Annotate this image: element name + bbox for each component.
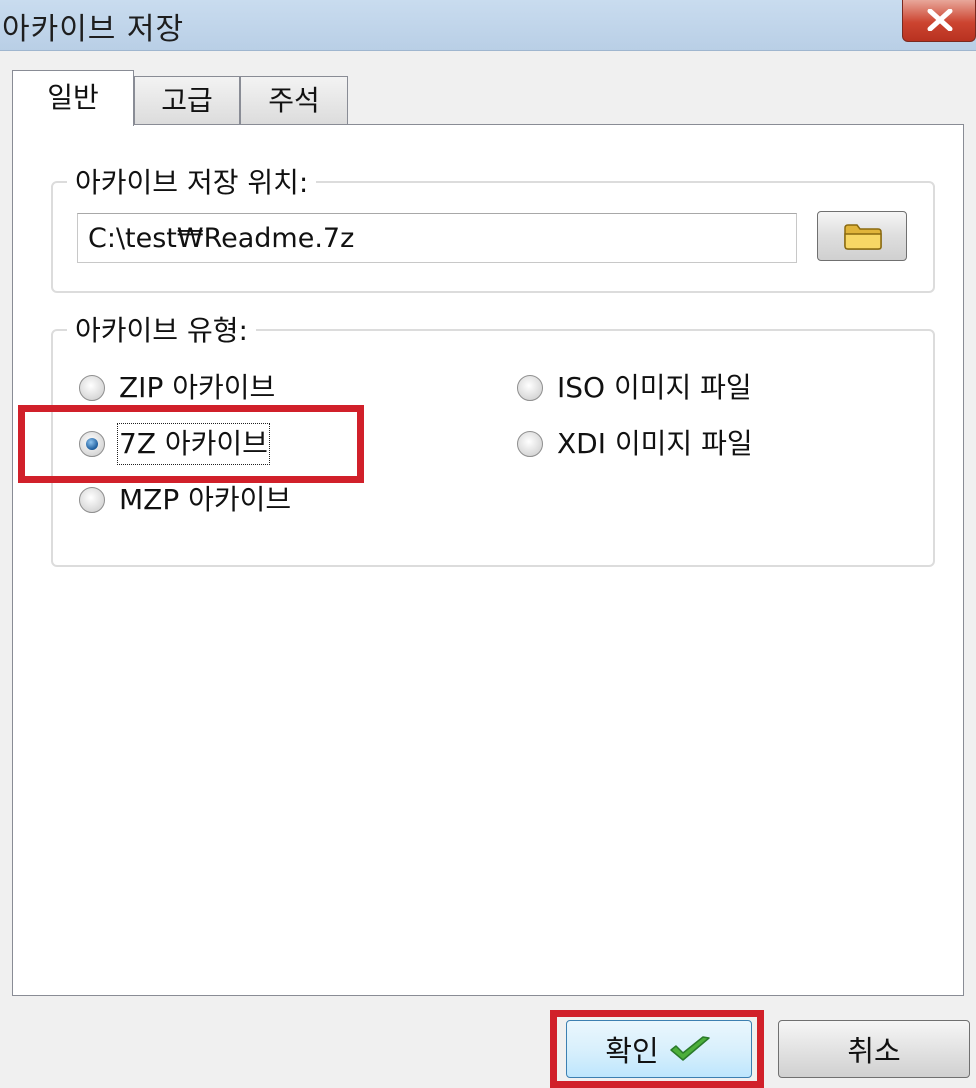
save-archive-dialog: 아카이브 저장 일반 고급 주석 아카이브 저장 위치: 아카이브 유형: [0,0,976,1088]
title-bar: 아카이브 저장 [0,0,976,51]
radio-mzp-label[interactable]: MZP 아카이브 [119,481,291,519]
close-button[interactable] [902,0,976,42]
annotation-highlight-ok [550,1010,764,1088]
radio-zip-button[interactable] [79,375,105,401]
radio-mzp-button[interactable] [79,487,105,513]
annotation-highlight-7z [18,405,364,483]
close-icon [927,9,953,31]
browse-button[interactable] [817,211,907,261]
radio-iso-button[interactable] [517,375,543,401]
window-title: 아카이브 저장 [2,12,185,47]
tab-advanced[interactable]: 고급 [134,76,240,124]
archive-type-label: 아카이브 유형: [67,309,256,349]
radio-xdi-label[interactable]: XDI 이미지 파일 [557,425,753,463]
tab-comment[interactable]: 주석 [240,76,348,124]
archive-location-label: 아카이브 저장 위치: [67,161,317,201]
radio-xdi-button[interactable] [517,431,543,457]
archive-path-input[interactable] [77,213,797,263]
folder-icon [844,224,882,250]
radio-zip-label[interactable]: ZIP 아카이브 [119,369,275,407]
radio-iso-label[interactable]: ISO 이미지 파일 [557,369,752,407]
cancel-button[interactable]: 취소 [778,1020,970,1078]
tab-general[interactable]: 일반 [12,70,134,126]
archive-location-group: 아카이브 저장 위치: [51,161,935,293]
cancel-button-label: 취소 [847,1034,901,1068]
tab-panel-general: 아카이브 저장 위치: 아카이브 유형: ZIP 아카이브 7Z 아카이브 [12,124,964,996]
